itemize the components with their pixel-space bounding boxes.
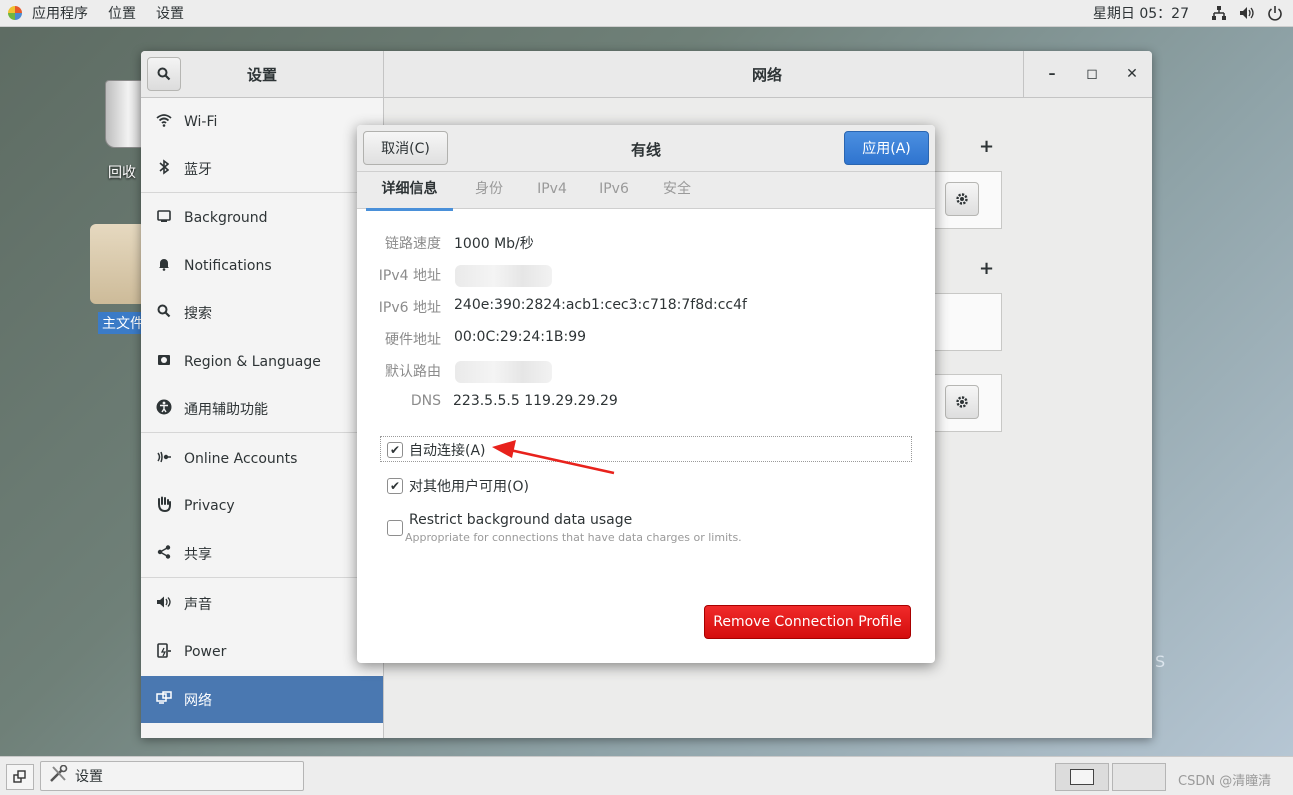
gear-icon xyxy=(956,193,968,205)
sidebar-item-online-accounts[interactable]: Online Accounts xyxy=(141,435,383,482)
volume-icon[interactable] xyxy=(1239,5,1255,21)
search-icon xyxy=(156,304,172,322)
remove-connection-profile-button[interactable]: Remove Connection Profile xyxy=(704,605,911,639)
sidebar-item-background[interactable]: Background xyxy=(141,194,383,241)
sidebar-item-accessibility[interactable]: 通用辅助功能 xyxy=(141,385,383,433)
taskbar-item-settings[interactable]: 设置 xyxy=(40,761,304,791)
close-button[interactable]: ✕ xyxy=(1112,66,1152,82)
show-desktop-button[interactable] xyxy=(6,764,34,790)
sidebar-title: 设置 xyxy=(246,66,277,84)
workspace-1[interactable] xyxy=(1055,763,1109,791)
speaker-icon xyxy=(156,595,172,613)
tab-ipv6[interactable]: IPv6 xyxy=(587,172,641,208)
gear-icon xyxy=(956,396,968,408)
places-menu[interactable]: 位置 xyxy=(98,3,146,23)
restrict-hint: Appropriate for connections that have da… xyxy=(405,531,742,544)
dialog-tabs: 详细信息 身份 IPv4 IPv6 安全 xyxy=(357,172,935,211)
maximize-button[interactable]: ◻ xyxy=(1072,66,1112,82)
windows-icon xyxy=(13,770,26,783)
bluetooth-icon xyxy=(156,158,172,179)
bell-icon xyxy=(156,257,172,275)
checkmark-icon: ✔ xyxy=(387,442,403,458)
dialog-header: 取消(C) 有线 应用(A) xyxy=(357,125,935,172)
sidebar-item-bluetooth[interactable]: 蓝牙 xyxy=(141,145,383,193)
add-wired-connection-button[interactable]: + xyxy=(979,136,994,157)
sidebar-item-wifi[interactable]: Wi-Fi xyxy=(141,98,383,145)
home-folder-icon xyxy=(90,224,146,304)
sidebar-item-privacy[interactable]: Privacy xyxy=(141,482,383,529)
sidebar-item-power[interactable]: Power xyxy=(141,628,383,675)
tab-ipv4[interactable]: IPv4 xyxy=(525,172,579,208)
hardware-address-value: 00:0C:29:24:1B:99 xyxy=(454,329,587,345)
vpn-card xyxy=(934,293,1002,351)
apply-button[interactable]: 应用(A) xyxy=(844,131,929,165)
watermark: CSDN @清瞳清 xyxy=(1178,774,1272,789)
sidebar-item-region-language[interactable]: Region & Language xyxy=(141,338,383,385)
tab-identity[interactable]: 身份 xyxy=(463,172,515,208)
window-controls: – ◻ ✕ xyxy=(1023,51,1152,97)
bottom-taskbar: 设置 CSDN @清瞳清 xyxy=(0,756,1293,795)
applications-menu[interactable]: 应用程序 xyxy=(22,3,98,23)
add-vpn-button[interactable]: + xyxy=(979,258,994,279)
clock[interactable]: 星期日 05：27 xyxy=(1093,3,1189,23)
window-header: 设置 网络 – ◻ ✕ xyxy=(141,51,1152,98)
unchecked-box-icon xyxy=(387,520,403,536)
sidebar-item-sharing[interactable]: 共享 xyxy=(141,530,383,578)
power-icon xyxy=(156,642,172,662)
auto-connect-checkbox[interactable]: ✔ 自动连接(A) xyxy=(387,440,486,460)
workspace-2[interactable] xyxy=(1112,763,1166,791)
sidebar: Wi-Fi 蓝牙 Background Notifications 搜索 Reg xyxy=(141,98,384,738)
sidebar-item-notifications[interactable]: Notifications xyxy=(141,242,383,289)
tools-icon xyxy=(49,764,69,787)
minimize-button[interactable]: – xyxy=(1032,66,1072,82)
tab-security[interactable]: 安全 xyxy=(651,172,703,208)
wired-settings-button[interactable] xyxy=(945,182,979,216)
proxy-settings-button[interactable] xyxy=(945,385,979,419)
wifi-icon xyxy=(156,113,172,131)
desktop-edge-text: S xyxy=(1155,652,1166,671)
link-speed-value: 1000 Mb/秒 xyxy=(454,236,534,252)
background-icon xyxy=(156,209,172,226)
hand-icon xyxy=(156,496,172,516)
all-users-checkbox[interactable]: ✔ 对其他用户可用(O) xyxy=(387,476,529,496)
network-icon xyxy=(156,690,172,709)
sidebar-item-search[interactable]: 搜索 xyxy=(141,289,383,336)
network-status-icon[interactable] xyxy=(1211,5,1227,21)
ipv4-address-redacted xyxy=(455,265,552,287)
applications-icon[interactable] xyxy=(8,6,22,20)
ipv6-address-value: 240e:390:2824:acb1:cec3:c718:7f8d:cc4f xyxy=(454,297,747,313)
dns-value: 223.5.5.5 119.29.29.29 xyxy=(453,393,618,409)
home-folder-desktop-icon[interactable]: 主文件 xyxy=(88,224,148,334)
power-menu-icon[interactable] xyxy=(1267,5,1283,21)
share-icon xyxy=(156,544,172,563)
default-route-redacted xyxy=(455,361,552,383)
sidebar-item-sound[interactable]: 声音 xyxy=(141,580,383,627)
sidebar-item-network[interactable]: 网络 xyxy=(141,676,383,723)
online-accounts-icon xyxy=(156,450,172,468)
tab-details[interactable]: 详细信息 xyxy=(366,172,453,211)
checkmark-icon: ✔ xyxy=(387,478,403,494)
accessibility-icon xyxy=(156,399,172,419)
region-icon xyxy=(156,354,172,370)
settings-menu[interactable]: 设置 xyxy=(146,3,194,23)
sidebar-header: 设置 xyxy=(141,51,384,97)
top-bar: 应用程序 位置 设置 星期日 05：27 xyxy=(0,0,1293,27)
wired-connection-dialog: 取消(C) 有线 应用(A) 详细信息 身份 IPv4 IPv6 安全 链路速度… xyxy=(357,125,935,663)
